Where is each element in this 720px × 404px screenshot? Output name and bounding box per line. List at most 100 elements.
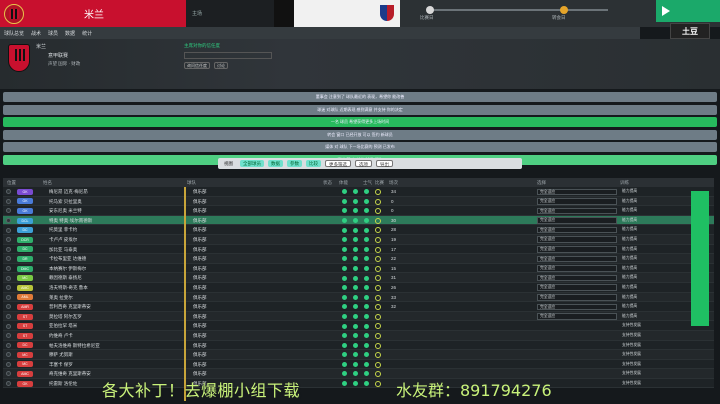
selection-dropdown[interactable]: 完全适应 xyxy=(537,255,617,263)
selection-dropdown[interactable]: 完全适应 xyxy=(537,236,617,243)
row-select-checkbox[interactable] xyxy=(6,256,11,262)
subnav-item-overview[interactable]: 球队总览 xyxy=(4,30,24,37)
selection-dropdown[interactable]: 完全适应 xyxy=(537,246,617,253)
row-select-checkbox[interactable] xyxy=(6,371,11,377)
timeline-start-marker[interactable] xyxy=(426,6,434,14)
next-match[interactable]: 主场 xyxy=(186,0,294,27)
table-row[interactable]: GK 托马索 贝拉里奥 俱乐部 0 完全适应 能力提高 xyxy=(3,196,714,207)
notification-bar[interactable]: 一名 球员 希望获得更多上场时间 xyxy=(3,117,717,128)
row-select-checkbox[interactable] xyxy=(6,227,11,233)
morale-icon xyxy=(364,275,369,281)
selection-dropdown[interactable]: 完全适应 xyxy=(537,198,617,205)
selection-dropdown[interactable]: 完全适应 xyxy=(537,226,617,234)
notification-bar[interactable]: 转会 窗口 已经开放 可以 签约 新球员 xyxy=(3,129,717,140)
discuss-button[interactable]: 讨论 xyxy=(214,62,228,69)
row-select-checkbox[interactable] xyxy=(6,265,11,271)
table-row[interactable]: AMC 洛夫特斯-奇克 鲁本 俱乐部 26 完全适应 能力提高 xyxy=(3,282,714,293)
table-row[interactable]: DR 卡拉布里亚 达维德 俱乐部 22 完全适应 能力提高 xyxy=(3,254,714,264)
table-row[interactable]: AMR 普利西奇 克里斯蒂安 俱乐部 32 完全适应 能力提高 xyxy=(3,302,714,312)
selection-dropdown[interactable]: 完全适应 xyxy=(537,217,617,224)
filter-chip-all-players[interactable]: 全部球员 xyxy=(240,160,264,167)
player-name[interactable]: 本纳赛尔 伊斯梅尔 xyxy=(49,264,179,274)
selection-dropdown[interactable]: 完全适应 xyxy=(537,265,617,272)
table-row[interactable]: GK 梅尼昂 迈克·梅尼昂 俱乐部 34 完全适应 能力提高 xyxy=(3,187,714,197)
player-name[interactable]: 加比亚 马泰奥 xyxy=(49,245,179,255)
row-select-checkbox[interactable] xyxy=(6,275,11,281)
player-name[interactable]: 穆萨 尤努斯 xyxy=(49,350,179,360)
filter-chip-params[interactable]: 参数 xyxy=(287,160,302,167)
subnav-item-stats[interactable]: 统计 xyxy=(82,30,92,37)
table-row[interactable]: DMC 本纳赛尔 伊斯梅尔 俱乐部 15 完全适应 能力提高 xyxy=(3,263,714,274)
table-row[interactable]: MC 赖因德斯 泰扬尼 俱乐部 31 完全适应 能力提高 xyxy=(3,273,714,283)
more-filters-button[interactable]: 更多筛选 xyxy=(325,160,351,167)
row-select-checkbox[interactable] xyxy=(6,189,11,195)
player-name[interactable]: 卡拉布里亚 达维德 xyxy=(49,254,179,264)
player-name[interactable]: 丰塞卡 保罗 xyxy=(49,360,179,370)
filter-chip-compare[interactable]: 比较 xyxy=(306,160,321,167)
subnav-item-data[interactable]: 数据 xyxy=(65,30,75,37)
player-name[interactable]: 普利西奇 克里斯蒂安 xyxy=(49,302,179,312)
table-row[interactable]: DC 托莫里 菲卡约 俱乐部 28 完全适应 能力提高 xyxy=(3,225,714,235)
player-name[interactable]: 特奥 特奥·埃尔南德斯 xyxy=(49,216,179,226)
continue-button[interactable] xyxy=(656,0,720,22)
subnav-item-players[interactable]: 球员 xyxy=(48,30,58,37)
row-select-checkbox[interactable] xyxy=(6,333,11,339)
opponent-block[interactable] xyxy=(294,0,400,27)
row-select-checkbox[interactable] xyxy=(6,304,11,310)
player-name[interactable]: 赖因德斯 泰扬尼 xyxy=(49,273,179,283)
options-button[interactable]: 选项 xyxy=(355,160,372,167)
player-name[interactable]: 约维奇 卢卡 xyxy=(49,331,179,341)
table-row[interactable]: ST 莫拉塔 阿尔瓦罗 俱乐部 完全适应 能力提高 xyxy=(3,311,714,322)
table-row[interactable]: DC 帕夫洛维奇 斯特拉希尼亚 俱乐部 支持性发展 xyxy=(3,340,714,351)
table-row[interactable]: GK 安东尼奥 米兰特 俱乐部 0 完全适应 能力提高 xyxy=(3,206,714,216)
player-name[interactable]: 帕夫洛维奇 斯特拉希尼亚 xyxy=(49,341,179,351)
table-row[interactable]: DCR 卡卢卢 皮埃尔 俱乐部 19 完全适应 能力提高 xyxy=(3,234,714,245)
row-select-checkbox[interactable] xyxy=(6,217,11,223)
selection-dropdown[interactable]: 完全适应 xyxy=(537,188,617,195)
filter-chip-data[interactable]: 数据 xyxy=(268,160,283,167)
row-select-checkbox[interactable] xyxy=(6,237,11,243)
table-row[interactable]: DC 加比亚 马泰奥 俱乐部 17 完全适应 能力提高 xyxy=(3,244,714,255)
player-name[interactable]: 洛夫特斯-奇克 鲁本 xyxy=(49,283,179,293)
player-name[interactable]: 梅尼昂 迈克·梅尼昂 xyxy=(49,187,179,197)
row-select-checkbox[interactable] xyxy=(6,381,11,387)
table-row[interactable]: MC 丰塞卡 保罗 俱乐部 支持性发展 xyxy=(3,359,714,370)
player-name[interactable]: 莫拉塔 阿尔瓦罗 xyxy=(49,312,179,322)
selection-dropdown[interactable]: 完全适应 xyxy=(537,274,617,282)
notification-bar[interactable]: 媒体 对 球队 下一场比赛的 预测 已发布 xyxy=(3,142,717,153)
notification-bar[interactable]: 球迷 对球队 近期表现 感到满意 并支持 你的决定 xyxy=(3,104,717,115)
row-select-checkbox[interactable] xyxy=(6,313,11,319)
row-select-checkbox[interactable] xyxy=(6,323,11,329)
table-row[interactable]: MC 穆萨 尤努斯 俱乐部 支持性发展 xyxy=(3,350,714,360)
subnav-item-tactics[interactable]: 战术 xyxy=(31,30,41,37)
row-select-checkbox[interactable] xyxy=(6,294,11,300)
position-badge: MC xyxy=(17,351,33,358)
row-select-checkbox[interactable] xyxy=(6,198,11,204)
row-select-checkbox[interactable] xyxy=(6,342,11,348)
selection-dropdown[interactable]: 完全适应 xyxy=(537,284,617,291)
player-name[interactable]: 托莫里 菲卡约 xyxy=(49,225,179,235)
selection-dropdown[interactable]: 完全适应 xyxy=(537,313,617,320)
row-select-checkbox[interactable] xyxy=(6,352,11,358)
table-row[interactable]: ST 约维奇 卢卡 俱乐部 支持性发展 xyxy=(3,330,714,341)
row-select-checkbox[interactable] xyxy=(6,285,11,291)
table-row[interactable]: DCL 特奥 特奥·埃尔南德斯 俱乐部 30 完全适应 能力提高 xyxy=(3,215,714,226)
table-row[interactable]: AML 莱奥 拉斐尔 俱乐部 33 完全适应 能力提高 xyxy=(3,292,714,303)
notification-bar[interactable]: 董事会 注意到了 球队最近的 表现，希望你 能改善 xyxy=(3,92,717,102)
row-select-checkbox[interactable] xyxy=(6,361,11,367)
table-row[interactable]: ST 亚伯拉罕 塔米 俱乐部 支持性发展 xyxy=(3,321,714,331)
export-button[interactable]: 导出 xyxy=(376,160,393,167)
row-select-checkbox[interactable] xyxy=(6,208,11,214)
club-title-block[interactable]: 米兰 xyxy=(0,0,186,27)
timeline-current-marker[interactable] xyxy=(560,6,568,14)
player-name[interactable]: 安东尼奥 米兰特 xyxy=(49,206,179,216)
selection-dropdown[interactable]: 完全适应 xyxy=(537,303,617,311)
selection-dropdown[interactable]: 完全适应 xyxy=(537,207,617,215)
player-name[interactable]: 莱奥 拉斐尔 xyxy=(49,293,179,303)
selection-dropdown[interactable]: 完全适应 xyxy=(537,294,617,301)
player-name[interactable]: 亚伯拉罕 塔米 xyxy=(49,321,179,331)
ask-confidence-button[interactable]: 询问信任度 xyxy=(184,62,210,69)
player-name[interactable]: 卡卢卢 皮埃尔 xyxy=(49,235,179,245)
player-name[interactable]: 托马索 贝拉里奥 xyxy=(49,197,179,207)
row-select-checkbox[interactable] xyxy=(6,246,11,252)
